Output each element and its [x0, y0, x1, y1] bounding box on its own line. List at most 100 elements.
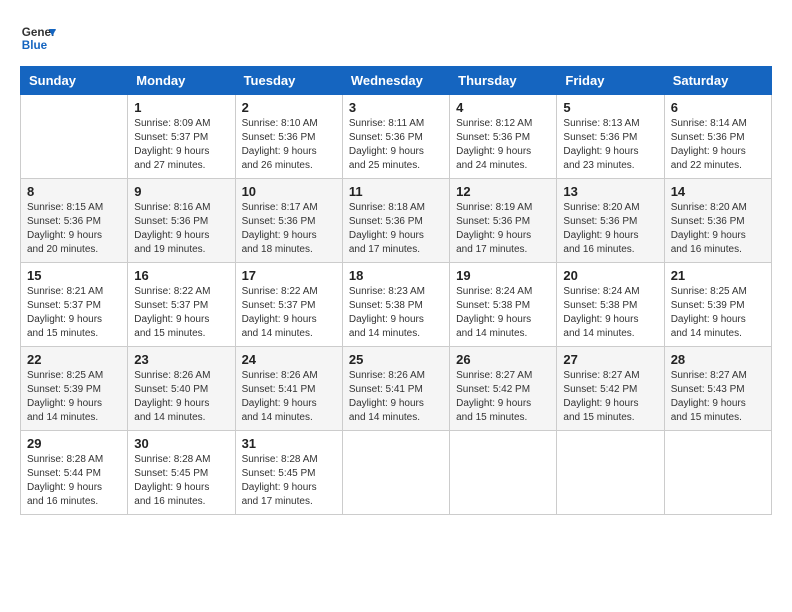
day-cell-17: 17 Sunrise: 8:22 AM Sunset: 5:37 PM Dayl…	[235, 263, 342, 347]
day-cell-3: 3 Sunrise: 8:11 AM Sunset: 5:36 PM Dayli…	[342, 95, 449, 179]
day-number: 27	[563, 352, 657, 367]
empty-cell	[664, 431, 771, 515]
day-info: Sunrise: 8:10 AM Sunset: 5:36 PM Dayligh…	[242, 117, 336, 173]
day-info: Sunrise: 8:25 AM Sunset: 5:39 PM Dayligh…	[671, 285, 765, 341]
day-number: 18	[349, 268, 443, 283]
day-cell-18: 18 Sunrise: 8:23 AM Sunset: 5:38 PM Dayl…	[342, 263, 449, 347]
day-info: Sunrise: 8:26 AM Sunset: 5:41 PM Dayligh…	[242, 369, 336, 425]
day-info: Sunrise: 8:17 AM Sunset: 5:36 PM Dayligh…	[242, 201, 336, 257]
day-cell-19: 19 Sunrise: 8:24 AM Sunset: 5:38 PM Dayl…	[450, 263, 557, 347]
day-cell-16: 16 Sunrise: 8:22 AM Sunset: 5:37 PM Dayl…	[128, 263, 235, 347]
column-header-monday: Monday	[128, 67, 235, 95]
day-info: Sunrise: 8:21 AM Sunset: 5:37 PM Dayligh…	[27, 285, 121, 341]
day-cell-23: 23 Sunrise: 8:26 AM Sunset: 5:40 PM Dayl…	[128, 347, 235, 431]
day-number: 31	[242, 436, 336, 451]
day-info: Sunrise: 8:23 AM Sunset: 5:38 PM Dayligh…	[349, 285, 443, 341]
page-header: General Blue	[20, 20, 772, 56]
day-cell-6: 6 Sunrise: 8:14 AM Sunset: 5:36 PM Dayli…	[664, 95, 771, 179]
day-cell-12: 12 Sunrise: 8:19 AM Sunset: 5:36 PM Dayl…	[450, 179, 557, 263]
day-info: Sunrise: 8:09 AM Sunset: 5:37 PM Dayligh…	[134, 117, 228, 173]
day-cell-14: 14 Sunrise: 8:20 AM Sunset: 5:36 PM Dayl…	[664, 179, 771, 263]
day-info: Sunrise: 8:28 AM Sunset: 5:45 PM Dayligh…	[242, 453, 336, 509]
day-number: 21	[671, 268, 765, 283]
day-cell-30: 30 Sunrise: 8:28 AM Sunset: 5:45 PM Dayl…	[128, 431, 235, 515]
day-cell-5: 5 Sunrise: 8:13 AM Sunset: 5:36 PM Dayli…	[557, 95, 664, 179]
day-info: Sunrise: 8:26 AM Sunset: 5:40 PM Dayligh…	[134, 369, 228, 425]
day-cell-22: 22 Sunrise: 8:25 AM Sunset: 5:39 PM Dayl…	[21, 347, 128, 431]
day-cell-1: 1 Sunrise: 8:09 AM Sunset: 5:37 PM Dayli…	[128, 95, 235, 179]
day-info: Sunrise: 8:24 AM Sunset: 5:38 PM Dayligh…	[456, 285, 550, 341]
day-number: 19	[456, 268, 550, 283]
day-info: Sunrise: 8:28 AM Sunset: 5:44 PM Dayligh…	[27, 453, 121, 509]
day-number: 17	[242, 268, 336, 283]
calendar-week-2: 8 Sunrise: 8:15 AM Sunset: 5:36 PM Dayli…	[21, 179, 772, 263]
column-header-wednesday: Wednesday	[342, 67, 449, 95]
day-cell-27: 27 Sunrise: 8:27 AM Sunset: 5:42 PM Dayl…	[557, 347, 664, 431]
day-number: 26	[456, 352, 550, 367]
day-cell-13: 13 Sunrise: 8:20 AM Sunset: 5:36 PM Dayl…	[557, 179, 664, 263]
empty-cell	[557, 431, 664, 515]
day-number: 4	[456, 100, 550, 115]
day-cell-11: 11 Sunrise: 8:18 AM Sunset: 5:36 PM Dayl…	[342, 179, 449, 263]
day-number: 28	[671, 352, 765, 367]
day-cell-25: 25 Sunrise: 8:26 AM Sunset: 5:41 PM Dayl…	[342, 347, 449, 431]
day-cell-2: 2 Sunrise: 8:10 AM Sunset: 5:36 PM Dayli…	[235, 95, 342, 179]
day-number: 20	[563, 268, 657, 283]
day-info: Sunrise: 8:24 AM Sunset: 5:38 PM Dayligh…	[563, 285, 657, 341]
calendar-header-row: SundayMondayTuesdayWednesdayThursdayFrid…	[21, 67, 772, 95]
day-number: 13	[563, 184, 657, 199]
day-number: 3	[349, 100, 443, 115]
day-number: 14	[671, 184, 765, 199]
empty-cell	[450, 431, 557, 515]
day-info: Sunrise: 8:25 AM Sunset: 5:39 PM Dayligh…	[27, 369, 121, 425]
day-number: 8	[27, 184, 121, 199]
logo-icon: General Blue	[20, 20, 56, 56]
day-info: Sunrise: 8:27 AM Sunset: 5:43 PM Dayligh…	[671, 369, 765, 425]
day-info: Sunrise: 8:12 AM Sunset: 5:36 PM Dayligh…	[456, 117, 550, 173]
day-info: Sunrise: 8:26 AM Sunset: 5:41 PM Dayligh…	[349, 369, 443, 425]
calendar-week-5: 29 Sunrise: 8:28 AM Sunset: 5:44 PM Dayl…	[21, 431, 772, 515]
day-cell-15: 15 Sunrise: 8:21 AM Sunset: 5:37 PM Dayl…	[21, 263, 128, 347]
day-info: Sunrise: 8:14 AM Sunset: 5:36 PM Dayligh…	[671, 117, 765, 173]
day-number: 30	[134, 436, 228, 451]
empty-cell	[21, 95, 128, 179]
day-cell-4: 4 Sunrise: 8:12 AM Sunset: 5:36 PM Dayli…	[450, 95, 557, 179]
calendar-table: SundayMondayTuesdayWednesdayThursdayFrid…	[20, 66, 772, 515]
day-info: Sunrise: 8:28 AM Sunset: 5:45 PM Dayligh…	[134, 453, 228, 509]
day-cell-9: 9 Sunrise: 8:16 AM Sunset: 5:36 PM Dayli…	[128, 179, 235, 263]
day-number: 24	[242, 352, 336, 367]
logo: General Blue	[20, 20, 56, 56]
day-info: Sunrise: 8:16 AM Sunset: 5:36 PM Dayligh…	[134, 201, 228, 257]
day-cell-28: 28 Sunrise: 8:27 AM Sunset: 5:43 PM Dayl…	[664, 347, 771, 431]
day-number: 29	[27, 436, 121, 451]
day-number: 5	[563, 100, 657, 115]
day-cell-20: 20 Sunrise: 8:24 AM Sunset: 5:38 PM Dayl…	[557, 263, 664, 347]
day-info: Sunrise: 8:22 AM Sunset: 5:37 PM Dayligh…	[242, 285, 336, 341]
day-number: 22	[27, 352, 121, 367]
day-number: 10	[242, 184, 336, 199]
day-info: Sunrise: 8:11 AM Sunset: 5:36 PM Dayligh…	[349, 117, 443, 173]
day-number: 9	[134, 184, 228, 199]
day-info: Sunrise: 8:15 AM Sunset: 5:36 PM Dayligh…	[27, 201, 121, 257]
day-info: Sunrise: 8:27 AM Sunset: 5:42 PM Dayligh…	[456, 369, 550, 425]
calendar-week-4: 22 Sunrise: 8:25 AM Sunset: 5:39 PM Dayl…	[21, 347, 772, 431]
column-header-tuesday: Tuesday	[235, 67, 342, 95]
day-info: Sunrise: 8:20 AM Sunset: 5:36 PM Dayligh…	[563, 201, 657, 257]
svg-text:Blue: Blue	[22, 39, 48, 52]
day-cell-31: 31 Sunrise: 8:28 AM Sunset: 5:45 PM Dayl…	[235, 431, 342, 515]
day-cell-21: 21 Sunrise: 8:25 AM Sunset: 5:39 PM Dayl…	[664, 263, 771, 347]
day-number: 15	[27, 268, 121, 283]
day-info: Sunrise: 8:19 AM Sunset: 5:36 PM Dayligh…	[456, 201, 550, 257]
day-info: Sunrise: 8:22 AM Sunset: 5:37 PM Dayligh…	[134, 285, 228, 341]
column-header-friday: Friday	[557, 67, 664, 95]
day-cell-26: 26 Sunrise: 8:27 AM Sunset: 5:42 PM Dayl…	[450, 347, 557, 431]
day-info: Sunrise: 8:27 AM Sunset: 5:42 PM Dayligh…	[563, 369, 657, 425]
day-number: 1	[134, 100, 228, 115]
day-info: Sunrise: 8:20 AM Sunset: 5:36 PM Dayligh…	[671, 201, 765, 257]
day-cell-29: 29 Sunrise: 8:28 AM Sunset: 5:44 PM Dayl…	[21, 431, 128, 515]
empty-cell	[342, 431, 449, 515]
day-cell-8: 8 Sunrise: 8:15 AM Sunset: 5:36 PM Dayli…	[21, 179, 128, 263]
day-number: 6	[671, 100, 765, 115]
column-header-saturday: Saturday	[664, 67, 771, 95]
day-number: 25	[349, 352, 443, 367]
